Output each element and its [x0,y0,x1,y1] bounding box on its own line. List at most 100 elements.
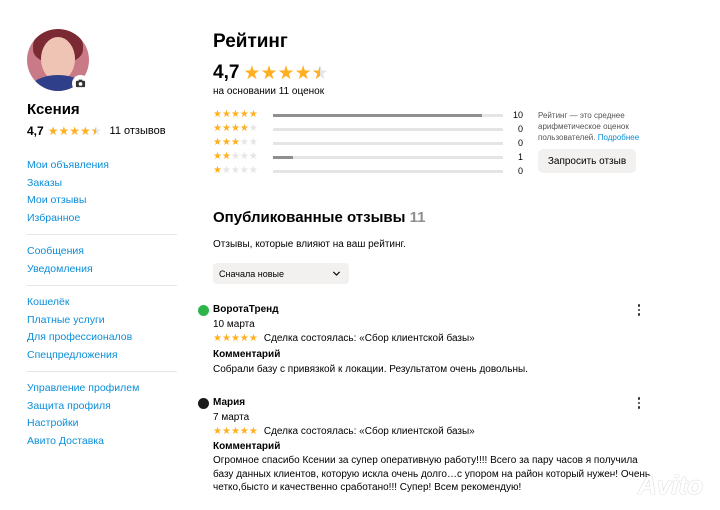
avito-logo-icon [611,473,635,498]
star-icon: ★ [221,123,231,134]
star-icon: ★ [248,165,258,176]
profile-rating: 4,7 ★★★★★ 11 отзывов [27,124,166,138]
menu-item-my-ads[interactable]: Мои объявления [27,157,177,175]
menu-item-my-reviews[interactable]: Мои отзывы [27,192,177,210]
review-deal: ★ ★ ★ ★ ★ Сделка состоялась: «Сбор клиентско… [213,426,475,437]
sort-select[interactable]: Сначала новые [213,263,349,284]
star-icon: ★ [230,123,240,134]
star-icon: ★ [213,109,222,120]
more-info-link[interactable]: Подробнее [598,133,640,142]
menu-item-settings[interactable]: Настройки [27,415,177,433]
row-stars: ★ ★ ★ ★ ★ [213,152,271,162]
star-icon: ★ [221,109,231,120]
menu-item-paid-services[interactable]: Платные услуги [27,312,177,330]
rating-summary: 4,7 ★ ★ ★ ★ ★ [213,62,329,84]
menu-item-messages[interactable]: Сообщения [27,243,177,261]
star-icon: ★ [213,123,222,134]
review-deal: ★ ★ ★ ★ ★ Сделка состоялась: «Сбор клиентско… [213,333,475,344]
menu-item-notifications[interactable]: Уведомления [27,261,177,279]
star-icon: ★ [58,124,70,138]
reviews-description: Отзывы, которые влияют на ваш рейтинг. [213,239,406,250]
star-icon: ★ [79,124,91,138]
star-icon: ★ [239,109,249,120]
menu-item-wallet[interactable]: Кошелёк [27,294,177,312]
star-icon: ★ [230,137,240,148]
star-icon: ★ [294,62,312,84]
row-stars: ★ ★ ★ ★ ★ [213,124,271,134]
rating-basis: на основании 11 оценок [213,86,325,97]
menu-item-profile-management[interactable]: Управление профилем [27,380,177,398]
star-icon: ★ [248,123,258,134]
rating-stars: ★ ★ ★ ★ ★ [243,64,328,83]
more-options-icon[interactable] [634,395,644,411]
distribution-count: 10 [512,110,523,120]
profile-rating-stars: ★ ★ ★ ★ ★ [48,125,102,137]
sort-select-value: Сначала новые [219,268,284,279]
star-icon: ★ [213,332,222,344]
star-icon: ★ [243,62,261,84]
camera-icon[interactable] [72,75,89,92]
review-author-logo [198,398,209,409]
published-reviews-title: Опубликованные отзывы 11 [213,209,425,226]
row-stars: ★ ★ ★ ★ ★ [213,166,271,176]
star-icon: ★ [221,332,231,344]
distribution-bar [272,141,504,145]
menu-item-for-pros[interactable]: Для профессионалов [27,329,177,347]
review-stars: ★ ★ ★ ★ ★ [213,332,258,344]
review-deal-text: Сделка состоялась: «Сбор клиентской базы… [263,333,475,344]
star-icon: ★ [248,425,258,437]
watermark-text: Avito [638,470,703,500]
chevron-down-icon [332,271,341,276]
review-date: 10 марта [213,319,255,330]
star-icon: ★ [230,425,240,437]
star-icon: ★ [221,165,231,176]
profile-rating-value: 4,7 [27,124,44,138]
distribution-row: ★ ★ ★ ★ ★ 10 [213,108,523,122]
review-author[interactable]: ВоротаТренд [213,304,279,315]
star-icon: ★ [213,151,222,162]
published-reviews-label: Опубликованные отзывы [213,209,406,226]
menu-item-profile-protection[interactable]: Защита профиля [27,398,177,416]
rating-value: 4,7 [213,62,240,83]
published-reviews-count: 11 [409,209,426,226]
distribution-count: 1 [517,152,523,162]
review-comment: Собрали базу с привязкой к локации. Резу… [213,364,528,375]
distribution-row: ★ ★ ★ ★ ★ 0 [213,122,523,136]
star-icon: ★ [312,64,329,83]
star-icon: ★ [239,332,249,344]
menu-group: Управление профилем Защита профиля Настр… [27,380,177,457]
distribution-count: 0 [517,124,523,134]
star-icon: ★ [213,425,222,437]
star-icon: ★ [221,151,231,162]
avito-watermark: Avito [610,470,703,501]
review-author[interactable]: Мария [213,397,245,408]
distribution-bar [272,127,504,131]
menu-item-orders[interactable]: Заказы [27,175,177,193]
distribution-count: 0 [517,138,523,148]
star-icon: ★ [230,332,240,344]
more-options-icon[interactable] [634,302,644,318]
menu-group: Сообщения Уведомления [27,243,177,286]
review-stars: ★ ★ ★ ★ ★ [213,425,258,437]
star-icon: ★ [221,425,231,437]
star-icon: ★ [248,137,258,148]
menu-item-special-offers[interactable]: Спецпредложения [27,347,177,365]
row-stars: ★ ★ ★ ★ ★ [213,110,271,120]
request-review-button[interactable]: Запросить отзыв [538,149,636,173]
row-stars: ★ ★ ★ ★ ★ [213,138,271,148]
star-icon: ★ [230,151,240,162]
menu-item-avito-delivery[interactable]: Авито Доставка [27,433,177,451]
menu-item-favorites[interactable]: Избранное [27,210,177,228]
review-comment: Огромное спасибо Ксении за супер операти… [213,455,651,493]
distribution-row: ★ ★ ★ ★ ★ 1 [213,150,523,164]
rating-distribution: ★ ★ ★ ★ ★ 10 ★ ★ ★ ★ ★ 0 ★ ★ ★ ★ ★ 0 ★ ★ ★ ★ ★ 1 ★ ★ ★ ★ ★ 0 [213,108,523,178]
profile-reviews-link[interactable]: 11 отзывов [110,125,166,137]
star-icon: ★ [239,123,249,134]
review-comment-heading: Комментарий [213,349,281,360]
star-icon: ★ [239,137,249,148]
distribution-bar [272,155,504,159]
rating-title: Рейтинг [213,31,288,52]
star-icon: ★ [213,137,222,148]
star-icon: ★ [248,109,258,120]
menu-group: Кошелёк Платные услуги Для профессионало… [27,294,177,372]
